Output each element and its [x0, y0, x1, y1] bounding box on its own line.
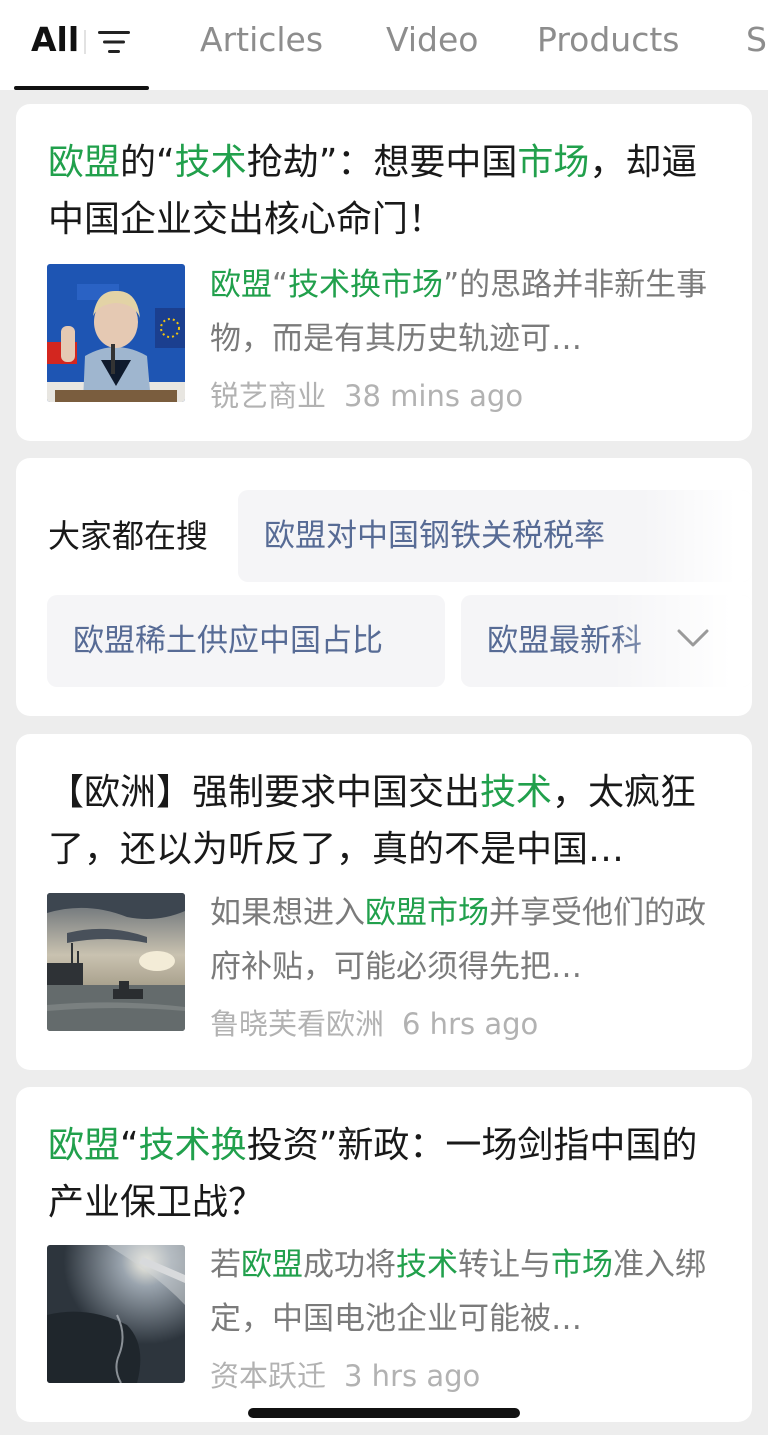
- result-meta: 资本跃迁 3 hrs ago: [210, 1356, 480, 1396]
- highlighted-keyword: 技术: [396, 1247, 458, 1283]
- text-run: 如果想进入: [210, 895, 365, 931]
- result-card[interactable]: 【欧洲】强制要求中国交出技术，太疯狂了，还以为听反了，真的不是中国… 如果想进入…: [16, 734, 752, 1070]
- tab-all[interactable]: All: [31, 18, 79, 62]
- result-card[interactable]: 欧盟“技术换投资”新政：一场剑指中国的产业保卫战？ 若欧盟成功将技术转让与市场准…: [16, 1087, 752, 1422]
- chip-fade: [642, 490, 752, 582]
- highlighted-keyword: 市场: [551, 1247, 613, 1283]
- result-source[interactable]: 锐艺商业: [210, 379, 326, 413]
- home-indicator: [248, 1408, 520, 1418]
- suggestion-text: 欧盟对中国钢铁关税税率: [264, 518, 605, 554]
- text-run: 转让与: [458, 1247, 551, 1283]
- text-run: 的“: [120, 142, 175, 183]
- highlighted-keyword: 技术: [174, 142, 247, 183]
- result-thumbnail: [47, 893, 185, 1031]
- text-run: 【欧洲】强制要求中国交出: [48, 772, 481, 813]
- highlighted-keyword: 欧盟: [210, 267, 272, 303]
- result-source[interactable]: 资本跃迁: [210, 1359, 326, 1393]
- text-run: 抢劫”：想要中国: [246, 142, 518, 183]
- result-snippet: 若欧盟成功将技术转让与市场准入绑定，中国电池企业可能被…: [210, 1238, 710, 1346]
- suggestion-chip[interactable]: 欧盟对中国钢铁关税税率: [238, 490, 752, 582]
- highlighted-keyword: 欧盟: [48, 1125, 121, 1166]
- tab-bar: All Articles Video Products S: [0, 0, 768, 90]
- highlighted-keyword: 市场: [517, 142, 590, 183]
- result-meta: 鲁晓芙看欧洲 6 hrs ago: [210, 1004, 538, 1044]
- result-snippet: 欧盟“技术换市场”的思路并非新生事物，而是有其历史轨迹可…: [210, 258, 710, 366]
- result-title[interactable]: 欧盟“技术换投资”新政：一场剑指中国的产业保卫战？: [48, 1117, 728, 1231]
- text-run: “: [120, 1125, 139, 1166]
- result-card[interactable]: 欧盟的“技术抢劫”：想要中国市场，却逼中国企业交出核心命门！ 欧盟“技术换市场”…: [16, 104, 752, 441]
- result-title[interactable]: 欧盟的“技术抢劫”：想要中国市场，却逼中国企业交出核心命门！: [48, 134, 728, 248]
- text-run: “: [272, 267, 289, 303]
- highlighted-keyword: 技术换: [138, 1125, 247, 1166]
- highlighted-keyword: 欧盟: [48, 142, 121, 183]
- result-time: 38 mins ago: [344, 379, 524, 413]
- suggestion-text: 欧盟稀土供应中国占比: [73, 623, 383, 659]
- chevron-down-icon[interactable]: [676, 628, 710, 648]
- result-source[interactable]: 鲁晓芙看欧洲: [210, 1007, 384, 1041]
- suggestion-chip[interactable]: 欧盟稀土供应中国占比: [47, 595, 445, 687]
- tab-articles[interactable]: Articles: [200, 18, 323, 62]
- highlighted-keyword: 欧盟市场: [365, 895, 489, 931]
- text-run: 若: [210, 1247, 241, 1283]
- result-title[interactable]: 【欧洲】强制要求中国交出技术，太疯狂了，还以为听反了，真的不是中国…: [48, 764, 728, 878]
- tab-video[interactable]: Video: [386, 18, 478, 62]
- result-snippet: 如果想进入欧盟市场并享受他们的政府补贴，可能必须得先把…: [210, 886, 710, 994]
- highlighted-keyword: 欧盟: [241, 1247, 303, 1283]
- active-tab-indicator: [14, 86, 149, 90]
- tab-products[interactable]: Products: [537, 18, 680, 62]
- highlighted-keyword: 技术: [480, 772, 553, 813]
- search-suggestions-card: 大家都在搜 欧盟对中国钢铁关税税率 欧盟稀土供应中国占比 欧盟最新科: [16, 458, 752, 716]
- filter-icon[interactable]: [96, 28, 132, 56]
- result-time: 3 hrs ago: [344, 1359, 481, 1393]
- result-time: 6 hrs ago: [402, 1007, 539, 1041]
- tab-divider: [84, 30, 86, 54]
- text-run: 成功将: [303, 1247, 396, 1283]
- highlighted-keyword: 技术换市场: [288, 267, 444, 303]
- result-thumbnail: [47, 264, 185, 402]
- suggestions-label: 大家都在搜: [48, 517, 209, 555]
- tab-more[interactable]: S: [746, 18, 767, 62]
- result-thumbnail: [47, 1245, 185, 1383]
- result-meta: 锐艺商业 38 mins ago: [210, 376, 523, 416]
